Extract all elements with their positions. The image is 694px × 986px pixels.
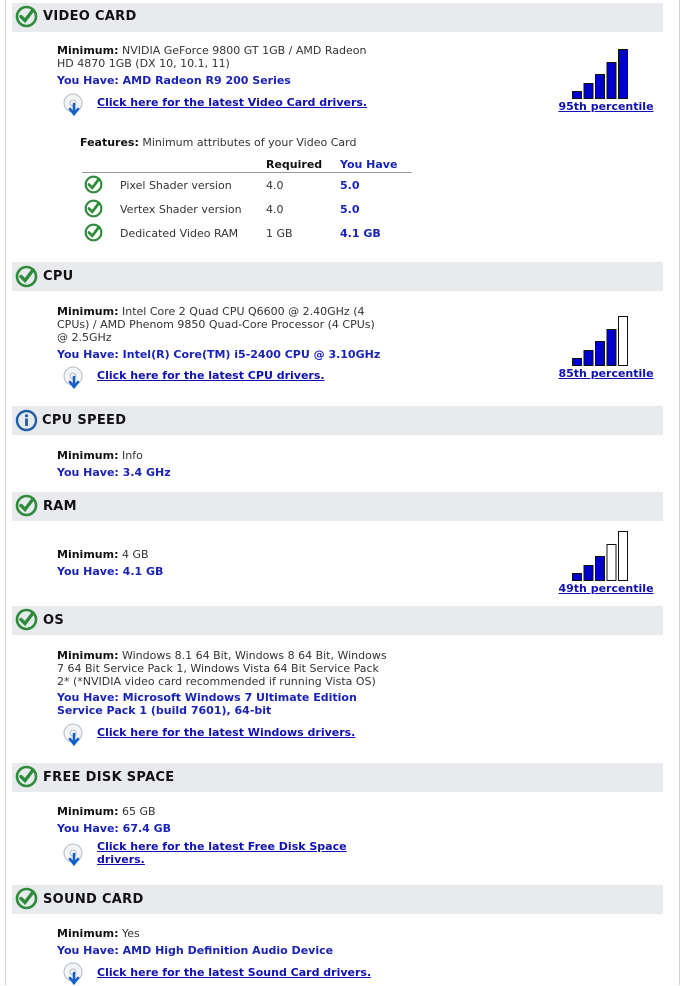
download-driver-icon[interactable] [62,366,86,390]
section-header-os [12,606,663,635]
section-title: CPU [43,269,74,284]
minimum-requirement: Minimum: 4 GB [57,548,149,561]
feature-required: 4.0 [266,179,284,192]
you-have-value: You Have: AMD Radeon R9 200 Series [57,74,291,87]
you-have-value: You Have: Microsoft Windows 7 Ultimate E… [57,691,357,717]
meter-bar [595,341,605,366]
section-header-cpu [12,262,663,291]
features-col-required: Required [266,158,323,171]
meter-bar [595,74,605,99]
download-driver-icon[interactable] [62,93,86,117]
minimum-requirement: Minimum: Info [57,449,143,462]
check-icon [15,494,38,517]
meter-bar [606,544,617,581]
section-title: SOUND CARD [43,892,144,907]
minimum-requirement: Minimum: 65 GB [57,805,156,818]
minimum-requirement: Minimum: Windows 8.1 64 Bit, Windows 8 6… [57,649,387,688]
info-icon [15,409,38,432]
minimum-requirement: Minimum: Intel Core 2 Quad CPU Q6600 @ 2… [57,305,375,344]
minimum-requirement: Minimum: Yes [57,927,140,940]
section-header-ram [12,492,663,521]
feature-name: Vertex Shader version [120,203,242,216]
percentile-meter [572,316,628,366]
meter-bar [583,83,594,99]
features-divider [82,172,412,173]
feature-have: 5.0 [340,179,360,192]
meter-bar [583,565,594,581]
check-icon [15,765,38,788]
meter-bar [618,531,628,581]
feature-have: 5.0 [340,203,360,216]
section-title: FREE DISK SPACE [43,770,175,785]
meter-bar [572,358,582,366]
windows-driver-link[interactable]: Click here for the latest Windows driver… [97,726,355,739]
you-have-value: You Have: 3.4 GHz [57,466,171,479]
meter-bar [583,350,594,366]
features-heading: Features: Minimum attributes of your Vid… [80,136,357,149]
percentile-link[interactable]: 49th percentile [548,582,664,595]
feature-have: 4.1 GB [340,227,381,240]
check-icon [84,223,103,242]
percentile-meter [572,531,628,581]
percentile-link[interactable]: 85th percentile [548,367,664,380]
check-icon [84,199,103,218]
percentile-link[interactable]: 95th percentile [548,100,664,113]
you-have-value: You Have: Intel(R) Core(TM) i5-2400 CPU … [57,348,381,361]
minimum-requirement: Minimum: NVIDIA GeForce 9800 GT 1GB / AM… [57,44,367,70]
section-title: RAM [43,499,77,514]
you-have-value: You Have: 67.4 GB [57,822,172,835]
you-have-value: You Have: AMD High Definition Audio Devi… [57,944,334,957]
download-driver-icon[interactable] [62,962,86,986]
cpu-driver-link[interactable]: Click here for the latest CPU drivers. [97,369,325,382]
you-have-value: You Have: 4.1 GB [57,565,164,578]
features-col-have: You Have [340,158,398,171]
meter-bar [618,49,628,99]
meter-bar [595,556,605,581]
check-icon [15,265,38,288]
feature-name: Pixel Shader version [120,179,232,192]
meter-bar [606,329,617,366]
section-title: CPU SPEED [42,413,127,428]
meter-bar [572,573,582,581]
video-driver-link[interactable]: Click here for the latest Video Card dri… [97,96,367,109]
download-driver-icon[interactable] [62,843,86,867]
meter-bar [572,91,582,99]
check-icon [84,175,103,194]
percentile-meter [572,49,628,99]
meter-bar [606,62,617,99]
check-icon [15,887,38,910]
check-icon [15,5,38,28]
section-title: OS [43,613,65,628]
download-driver-icon[interactable] [62,723,86,747]
meter-bar [618,316,628,366]
section-title: VIDEO CARD [43,9,137,24]
feature-required: 1 GB [266,227,293,240]
feature-required: 4.0 [266,203,284,216]
check-icon [15,608,38,631]
feature-name: Dedicated Video RAM [120,227,239,240]
sound-driver-link[interactable]: Click here for the latest Sound Card dri… [97,966,371,979]
disk-driver-link[interactable]: Click here for the latest Free Disk Spac… [97,840,347,866]
